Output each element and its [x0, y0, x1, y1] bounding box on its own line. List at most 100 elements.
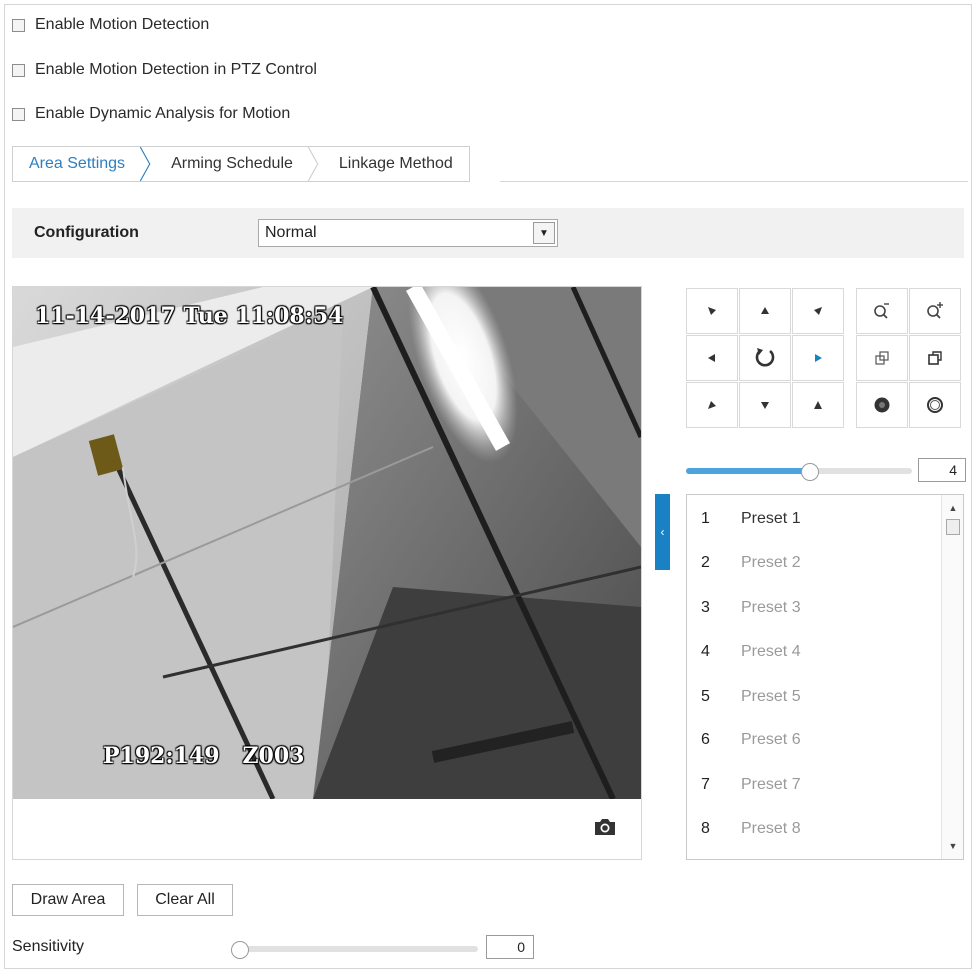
focus-far-icon — [928, 351, 942, 365]
configuration-selected-value: Normal — [265, 224, 317, 241]
arrow-down-icon — [761, 402, 769, 409]
sensitivity-slider-row — [231, 938, 480, 960]
preset-name: Preset 6 — [741, 731, 801, 748]
focus-far-button[interactable] — [909, 335, 961, 381]
ptz-speed-slider-handle[interactable] — [801, 463, 820, 481]
video-channel-label: P192:149 Z003 — [103, 743, 305, 769]
configuration-select[interactable]: Normal ▼ — [258, 219, 558, 247]
camera-scene-image — [13, 287, 641, 799]
dropdown-arrow-icon[interactable]: ▼ — [533, 222, 555, 244]
ptz-down-button[interactable] — [739, 382, 791, 428]
enable-motion-detection-label: Enable Motion Detection — [35, 16, 210, 33]
enable-motion-ptz-label: Enable Motion Detection in PTZ Control — [35, 61, 317, 78]
arrow-right-icon — [815, 354, 822, 362]
preset-name: Preset 1 — [741, 510, 801, 527]
preset-name: Preset 2 — [741, 554, 801, 571]
draw-area-button[interactable]: Draw Area — [12, 884, 124, 916]
rotate-icon — [755, 348, 775, 367]
preset-number: 6 — [701, 731, 710, 748]
tab-linkage-method[interactable]: Linkage Method — [313, 147, 469, 181]
focus-near-icon — [875, 351, 889, 365]
tab-arming-schedule[interactable]: Arming Schedule — [145, 147, 319, 181]
ptz-speed-slider-row: 4 — [686, 458, 966, 482]
preset-name: Preset 8 — [741, 820, 801, 837]
preset-number: 8 — [701, 820, 710, 837]
tab-linkage-method-label: Linkage Method — [338, 155, 453, 172]
preset-name: Preset 4 — [741, 643, 801, 660]
ptz-down-left-button[interactable] — [686, 382, 738, 428]
zoom-in-icon — [927, 302, 943, 319]
tab-underline — [500, 181, 968, 182]
arrow-down-right-icon — [814, 401, 822, 409]
arrow-up-left-icon — [708, 307, 716, 315]
arrow-left-icon — [708, 354, 715, 362]
preset-item[interactable]: 8 Preset 8 — [687, 807, 937, 851]
enable-motion-ptz-checkbox[interactable] — [12, 63, 25, 77]
preset-name: Preset 7 — [741, 776, 801, 793]
enable-dynamic-analysis-option[interactable]: Enable Dynamic Analysis for Motion — [12, 103, 290, 125]
iris-open-button[interactable] — [909, 382, 961, 428]
ptz-speed-value[interactable]: 4 — [918, 458, 966, 482]
chevron-left-icon: ‹ — [660, 525, 665, 539]
scrollbar-thumb[interactable] — [946, 519, 960, 535]
iris-close-button[interactable] — [856, 382, 908, 428]
focus-near-button[interactable] — [856, 335, 908, 381]
preset-number: 7 — [701, 776, 710, 793]
ptz-left-button[interactable] — [686, 335, 738, 381]
scroll-down-icon[interactable]: ▼ — [942, 837, 964, 855]
enable-motion-detection-checkbox[interactable] — [12, 18, 25, 32]
scroll-up-icon[interactable]: ▲ — [942, 499, 964, 517]
sensitivity-slider-handle[interactable] — [231, 941, 249, 959]
preset-number: 3 — [701, 599, 710, 616]
arrow-up-icon — [761, 307, 769, 314]
ptz-speed-slider[interactable] — [686, 463, 912, 481]
ptz-right-button[interactable] — [792, 335, 844, 381]
enable-motion-detection-option[interactable]: Enable Motion Detection — [12, 14, 209, 36]
preset-item[interactable]: 7 Preset 7 — [687, 763, 937, 807]
configuration-bar: Configuration Normal ▼ — [12, 208, 964, 258]
enable-dynamic-analysis-checkbox[interactable] — [12, 107, 25, 121]
zoom-out-button[interactable] — [856, 288, 908, 334]
preset-item[interactable]: 1 Preset 1 — [687, 497, 937, 541]
sensitivity-slider[interactable] — [231, 941, 478, 959]
zoom-out-icon — [874, 303, 889, 319]
arrow-down-left-icon — [708, 401, 716, 409]
camera-snapshot-icon[interactable] — [593, 817, 617, 837]
preset-item[interactable]: 4 Preset 4 — [687, 630, 937, 674]
preset-item[interactable]: 6 Preset 6 — [687, 718, 937, 762]
preset-list-scrollbar[interactable]: ▲ ▼ — [941, 495, 963, 859]
enable-motion-ptz-option[interactable]: Enable Motion Detection in PTZ Control — [12, 59, 317, 81]
iris-close-icon — [874, 397, 890, 413]
sensitivity-label: Sensitivity — [12, 938, 85, 955]
ptz-speed-slider-fill — [686, 468, 811, 474]
collapse-panel-button[interactable]: ‹ — [655, 494, 670, 570]
arrow-up-right-icon — [814, 307, 822, 315]
video-timestamp: 11-14-2017 Tue 11:08:54 — [35, 303, 344, 329]
preset-item[interactable]: 2 Preset 2 — [687, 541, 937, 585]
preset-number: 5 — [701, 688, 710, 705]
live-video[interactable]: 11-14-2017 Tue 11:08:54 P192:149 Z003 — [13, 287, 641, 799]
zoom-in-button[interactable] — [909, 288, 961, 334]
preset-number: 1 — [701, 510, 710, 527]
iris-open-icon — [927, 397, 943, 413]
clear-all-button[interactable]: Clear All — [137, 884, 233, 916]
ptz-down-right-button[interactable] — [792, 382, 844, 428]
sensitivity-value[interactable]: 0 — [486, 935, 534, 959]
tab-area-settings-label: Area Settings — [29, 155, 126, 172]
preset-number: 2 — [701, 554, 710, 571]
ptz-auto-scan-button[interactable] — [739, 335, 791, 381]
preset-number: 4 — [701, 643, 710, 660]
preset-item[interactable]: 5 Preset 5 — [687, 675, 937, 719]
preset-name: Preset 5 — [741, 688, 801, 705]
ptz-up-right-button[interactable] — [792, 288, 844, 334]
enable-dynamic-analysis-label: Enable Dynamic Analysis for Motion — [35, 105, 291, 122]
tab-arming-schedule-label: Arming Schedule — [171, 155, 293, 172]
ptz-up-left-button[interactable] — [686, 288, 738, 334]
ptz-up-button[interactable] — [739, 288, 791, 334]
preset-item[interactable]: 3 Preset 3 — [687, 586, 937, 630]
configuration-label: Configuration — [34, 224, 139, 241]
preset-name: Preset 3 — [741, 599, 801, 616]
tab-bar: Area Settings Arming Schedule Linkage Me… — [12, 146, 470, 182]
tab-area-settings[interactable]: Area Settings — [13, 147, 151, 181]
preset-list: 1 Preset 1 2 Preset 2 3 Preset 3 4 Prese… — [686, 494, 964, 860]
